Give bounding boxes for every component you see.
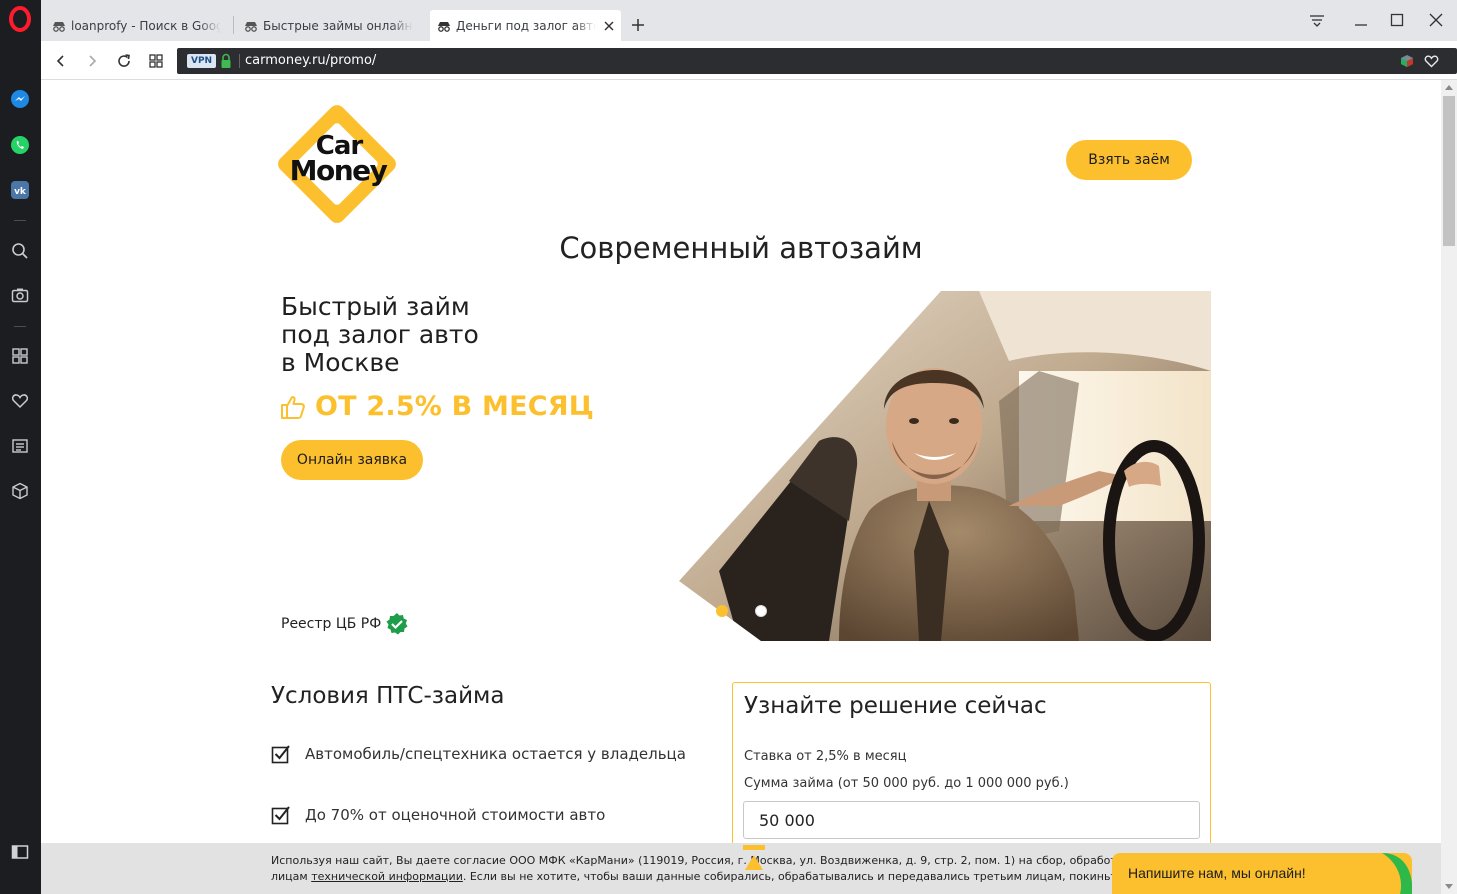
condition-item: До 70% от оценочной стоимости авто (271, 805, 605, 825)
tab-separator (233, 16, 234, 34)
speed-dial-icon[interactable] (9, 345, 31, 367)
maximize-window-icon[interactable] (1386, 10, 1408, 30)
scroll-thumb[interactable] (1443, 96, 1455, 246)
headline-line: Быстрый займ (281, 292, 470, 321)
hero-headline: Быстрый займ под залог авто в Москве (281, 293, 479, 377)
close-window-icon[interactable] (1425, 10, 1447, 30)
verified-badge-icon (386, 613, 408, 635)
tab-bar: loanprofy - Поиск в Google Быстрые займы… (41, 0, 1457, 41)
web-page: Car Money Взять заём Современный автозай… (41, 81, 1441, 894)
scroll-up-arrow-icon[interactable] (1441, 80, 1457, 94)
heart-bookmark-icon[interactable] (1423, 53, 1439, 69)
checkbox-checked-icon (271, 745, 290, 764)
tab-loanprofy-search[interactable]: loanprofy - Поиск в Google (45, 10, 230, 41)
messenger-icon[interactable] (9, 88, 31, 110)
tab-fast-loans[interactable]: Быстрые займы онлайн на карту (237, 10, 427, 41)
rate-text: ОТ 2.5% В МЕСЯЦ (315, 391, 594, 422)
tab-title: Деньги под залог автомобиля (456, 18, 596, 33)
address-bar[interactable]: VPN carmoney.ru/promo/ (177, 48, 1457, 74)
incognito-tab-icon (438, 21, 450, 32)
cbr-registry[interactable]: Реестр ЦБ РФ (281, 612, 409, 636)
navigation-bar: VPN carmoney.ru/promo/ (41, 41, 1457, 80)
heart-bookmarks-icon[interactable] (9, 390, 31, 412)
search-icon[interactable] (9, 240, 31, 262)
svg-text:Money: Money (290, 154, 388, 187)
checkbox-checked-icon (271, 806, 290, 825)
sidebar-divider (14, 326, 26, 327)
registry-label: Реестр ЦБ РФ (281, 616, 382, 632)
headline-line: под залог авто (281, 320, 479, 349)
hero-driver-image (679, 291, 1211, 641)
carmoney-logo[interactable]: Car Money (271, 98, 403, 230)
incognito-tab-icon (53, 21, 65, 32)
tiles-grid-icon[interactable] (145, 50, 167, 72)
thumbs-up-icon (281, 395, 305, 419)
opera-logo-icon[interactable] (8, 6, 32, 32)
chat-leaf-icon (1382, 853, 1412, 894)
camera-snapshot-icon[interactable] (9, 284, 31, 306)
tab-car-pledge-loan[interactable]: Деньги под залог автомобиля (430, 10, 621, 41)
whatsapp-icon[interactable] (9, 134, 31, 156)
headline-line: в Москве (281, 348, 400, 377)
lock-icon[interactable] (220, 53, 232, 69)
take-loan-button[interactable]: Взять заём (1066, 140, 1192, 180)
incognito-tab-icon (245, 21, 257, 32)
cookie-line: Используя наш сайт, Вы даете согласие ОО… (271, 854, 1131, 867)
tab-title: loanprofy - Поиск в Google (71, 18, 221, 33)
url-text[interactable]: carmoney.ru/promo/ (245, 53, 376, 68)
technical-info-link[interactable]: технической информации (311, 870, 463, 883)
carousel-dot-active[interactable] (716, 605, 728, 617)
rate-row: ОТ 2.5% В МЕСЯЦ (279, 391, 594, 422)
forward-arrow-icon[interactable] (81, 50, 103, 72)
tab-menu-icon[interactable] (1306, 10, 1328, 30)
opera-sidebar: vk (0, 0, 41, 894)
cookie-line: лицам технической информации. Если вы не… (271, 869, 1131, 885)
extensions-cube-icon[interactable] (9, 480, 31, 502)
sidebar-divider (14, 220, 26, 221)
cookie-text: Используя наш сайт, Вы даете согласие ОО… (271, 853, 1131, 885)
cookie-text-part: . Если вы не хотите, чтобы ваши данные с… (462, 870, 1131, 883)
conditions-title: Условия ПТС-займа (271, 683, 505, 709)
sidebar-toggle-icon[interactable] (9, 841, 31, 863)
condition-text: До 70% от оценочной стоимости авто (305, 806, 606, 824)
loan-sum-label: Сумма займа (от 50 000 руб. до 1 000 000… (744, 776, 1069, 791)
cookie-text-part: лицам (271, 870, 312, 883)
chat-label: Напишите нам, мы онлайн! (1128, 865, 1306, 881)
new-tab-plus-icon[interactable] (629, 16, 647, 34)
tab-close-icon[interactable] (602, 19, 615, 33)
reload-icon[interactable] (113, 50, 135, 72)
form-rate-text: Ставка от 2,5% в месяц (744, 749, 907, 764)
svg-text:vk: vk (14, 187, 27, 197)
back-arrow-icon[interactable] (50, 50, 72, 72)
carousel-dot[interactable] (755, 605, 767, 617)
vpn-badge[interactable]: VPN (187, 54, 217, 68)
form-title: Узнайте решение сейчас (744, 693, 1047, 719)
url-separator (239, 54, 240, 68)
vk-icon[interactable]: vk (9, 179, 31, 201)
tab-title: Быстрые займы онлайн на карту (263, 18, 413, 33)
news-icon[interactable] (9, 435, 31, 457)
slider-handle-icon[interactable] (743, 845, 765, 873)
snapshot-cube-icon[interactable] (1399, 53, 1415, 69)
online-chat-widget[interactable]: Напишите нам, мы онлайн! (1112, 853, 1412, 894)
condition-item: Автомобиль/спецтехника остается у владел… (271, 744, 686, 764)
online-application-button[interactable]: Онлайн заявка (281, 440, 423, 480)
page-scrollbar[interactable] (1441, 80, 1457, 894)
scroll-down-arrow-icon[interactable] (1441, 880, 1457, 894)
condition-text: Автомобиль/спецтехника остается у владел… (305, 745, 686, 763)
loan-sum-input[interactable] (743, 801, 1200, 839)
minimize-window-icon[interactable] (1350, 10, 1372, 30)
hero-title: Современный автозайм (559, 231, 923, 265)
